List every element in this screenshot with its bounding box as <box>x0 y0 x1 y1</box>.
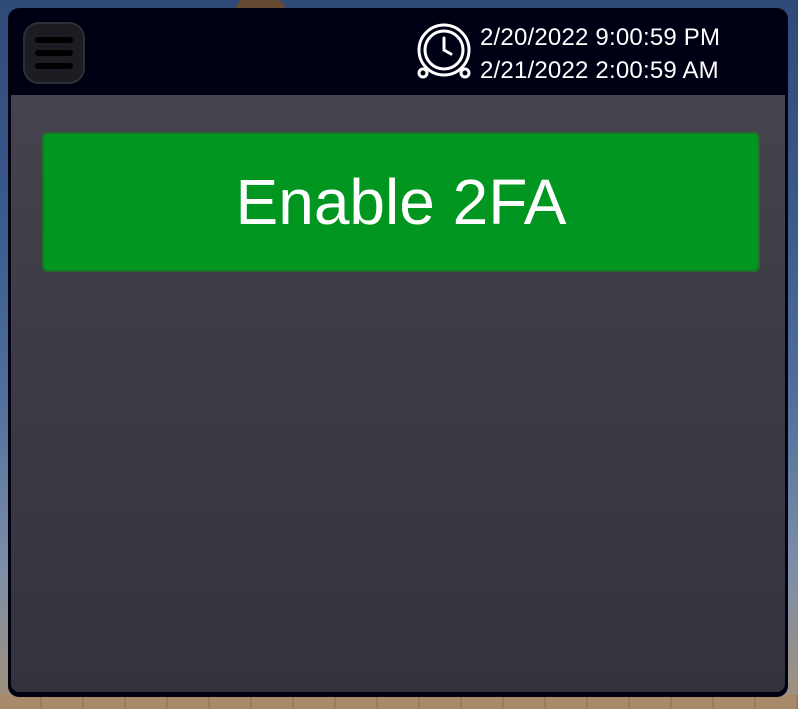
panel-content: Enable 2FA <box>11 95 785 692</box>
hamburger-menu-icon-bar <box>35 50 73 56</box>
time-line-2: 2/21/2022 2:00:59 AM <box>480 57 719 84</box>
enable-2fa-button[interactable]: Enable 2FA <box>42 132 760 272</box>
background-floor <box>0 695 798 709</box>
hamburger-menu-icon <box>35 37 73 43</box>
alarm-clock-icon <box>417 23 471 79</box>
menu-button[interactable] <box>23 22 85 84</box>
time-line-1: 2/20/2022 9:00:59 PM <box>480 24 721 51</box>
two-factor-panel: 2/20/2022 9:00:59 PM 2/21/2022 2:00:59 A… <box>9 9 787 696</box>
time-display: 2/20/2022 9:00:59 PM 2/21/2022 2:00:59 A… <box>480 21 780 87</box>
hamburger-menu-icon-bar <box>35 63 73 69</box>
panel-header: 2/20/2022 9:00:59 PM 2/21/2022 2:00:59 A… <box>9 9 787 95</box>
